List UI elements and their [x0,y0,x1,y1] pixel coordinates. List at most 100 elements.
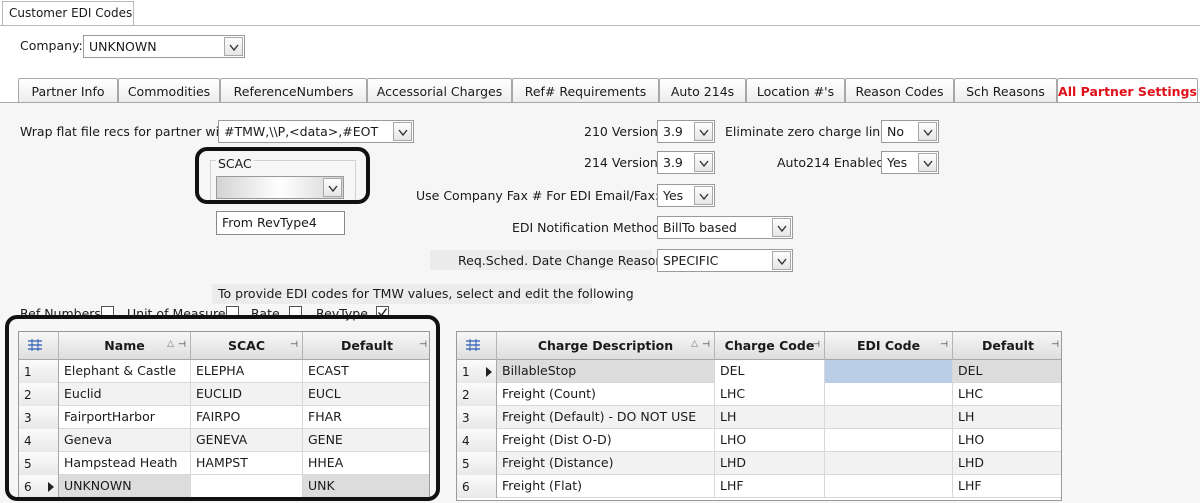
tab-reason-codes[interactable]: Reason Codes [845,78,954,103]
tab-ref-requirements[interactable]: Ref# Requirements [512,78,659,103]
cell-default[interactable]: DEL [953,360,1061,383]
v210-dropdown-button[interactable] [694,122,713,141]
tab-accessorial-charges[interactable]: Accessorial Charges [367,78,512,103]
row-number: 3 [457,406,497,429]
column-header-edi-code[interactable]: EDI Code ⊣ [825,332,953,360]
column-header-charge-code[interactable]: Charge Code ⊣ [715,332,825,360]
cell-charge-code[interactable]: LHD [715,452,825,475]
cell-default[interactable]: LH [953,406,1061,429]
tab-auto-214s[interactable]: Auto 214s [659,78,746,103]
cell-charge-description[interactable]: Freight (Flat) [497,475,715,498]
pin-icon[interactable]: ⊣ [702,340,710,350]
tab-location-numbers[interactable]: Location #'s [746,78,845,103]
cell-default[interactable]: LHF [953,475,1061,498]
pin-icon[interactable]: ⊣ [1051,340,1059,350]
cell-charge-description[interactable]: Freight (Dist O-D) [497,429,715,452]
reason-dropdown-button[interactable] [772,251,791,270]
grid-options-button[interactable] [457,332,497,360]
chevron-down-icon [777,225,787,233]
fax-combo[interactable]: Yes [657,184,715,207]
table-row[interactable]: 1 BillableStop DEL DEL [457,360,1061,383]
column-header-charge-code-label: Charge Code [724,338,815,353]
tab-partner-info[interactable]: Partner Info [18,78,118,103]
zero-charge-label: Eliminate zero charge lines: [725,124,899,139]
cell-edi-code[interactable] [825,360,953,383]
tab-commodities[interactable]: Commodities [118,78,220,103]
column-header-default[interactable]: Default ⊣ [953,332,1061,360]
table-row[interactable]: 2 Freight (Count) LHC LHC [457,383,1061,406]
cell-charge-code[interactable]: LHO [715,429,825,452]
wrap-dropdown-button[interactable] [393,122,412,141]
table-row[interactable]: 6 Freight (Flat) LHF LHF [457,475,1061,498]
cell-edi-code[interactable] [825,452,953,475]
cell-charge-description[interactable]: Freight (Count) [497,383,715,406]
fax-dropdown-button[interactable] [694,186,713,205]
reason-combo[interactable]: SPECIFIC [657,249,793,272]
notif-value: BillTo based [663,220,737,235]
column-header-charge-description-label: Charge Description [537,338,674,353]
chevron-down-icon [777,258,787,266]
company-dropdown-button[interactable] [224,37,243,56]
pin-icon[interactable]: ⊣ [812,340,820,350]
rev-type-textbox[interactable]: From RevType4 [216,211,345,235]
zero-charge-dropdown-button[interactable] [918,122,937,141]
v214-label: 214 Version: [584,155,663,170]
auto214-label: Auto214 Enabled: [777,155,889,170]
edi-hint-text: To provide EDI codes for TMW values, sel… [212,284,634,304]
cell-edi-code[interactable] [825,383,953,406]
window-tab[interactable]: Customer EDI Codes [2,1,134,25]
company-value: UNKNOWN [89,39,157,54]
grid-highlight-frame [5,315,440,501]
v210-combo[interactable]: 3.9 [657,120,715,143]
cell-default[interactable]: LHO [953,429,1061,452]
column-header-charge-description[interactable]: Charge Description △ ⊣ [497,332,715,360]
reason-value: SPECIFIC [663,253,719,268]
chevron-down-icon [398,129,408,137]
window-tab-divider [0,25,1200,26]
auto214-dropdown-button[interactable] [918,153,937,172]
row-number: 5 [457,452,497,475]
table-row[interactable]: 3 Freight (Default) - DO NOT USE LH LH [457,406,1061,429]
sort-icon: △ [691,339,698,349]
notif-dropdown-button[interactable] [772,218,791,237]
auto214-value: Yes [887,155,908,170]
table-row[interactable]: 4 Freight (Dist O-D) LHO LHO [457,429,1061,452]
cell-charge-description[interactable]: BillableStop [497,360,715,383]
chevron-down-icon [229,44,239,52]
current-row-indicator-icon [486,367,492,377]
cell-default[interactable]: LHC [953,383,1061,406]
table-row[interactable]: 5 Freight (Distance) LHD LHD [457,452,1061,475]
cell-edi-code[interactable] [825,406,953,429]
company-label: Company: [20,38,83,53]
cell-charge-code[interactable]: DEL [715,360,825,383]
fax-value: Yes [663,188,684,203]
notif-combo[interactable]: BillTo based [657,216,793,239]
wrap-combo[interactable]: #TMW,\\P,<data>,#EOT [218,120,414,143]
cell-edi-code[interactable] [825,475,953,498]
scac-highlight-frame [195,147,370,204]
auto214-combo[interactable]: Yes [881,151,939,174]
chevron-down-icon [923,160,933,168]
charges-grid: Charge Description △ ⊣ Charge Code ⊣ EDI… [456,331,1062,501]
company-combo[interactable]: UNKNOWN [83,35,245,58]
cell-edi-code[interactable] [825,429,953,452]
v210-value: 3.9 [663,124,683,139]
v214-combo[interactable]: 3.9 [657,151,715,174]
fax-label: Use Company Fax # For EDI Email/Fax: [416,188,660,203]
charges-grid-header: Charge Description △ ⊣ Charge Code ⊣ EDI… [457,332,1061,360]
cell-charge-description[interactable]: Freight (Default) - DO NOT USE [497,406,715,429]
v214-dropdown-button[interactable] [694,153,713,172]
column-header-edi-code-label: EDI Code [856,338,921,353]
cell-charge-code[interactable]: LHC [715,383,825,406]
tab-all-partner-settings[interactable]: All Partner Settings [1057,78,1198,104]
tab-reference-numbers[interactable]: ReferenceNumbers [220,78,367,103]
cell-charge-code[interactable]: LHF [715,475,825,498]
row-number: 6 [457,475,497,498]
row-number: 4 [457,429,497,452]
tab-sch-reasons[interactable]: Sch Reasons [954,78,1057,103]
cell-charge-code[interactable]: LH [715,406,825,429]
cell-charge-description[interactable]: Freight (Distance) [497,452,715,475]
zero-charge-combo[interactable]: No [881,120,939,143]
pin-icon[interactable]: ⊣ [940,340,948,350]
cell-default[interactable]: LHD [953,452,1061,475]
